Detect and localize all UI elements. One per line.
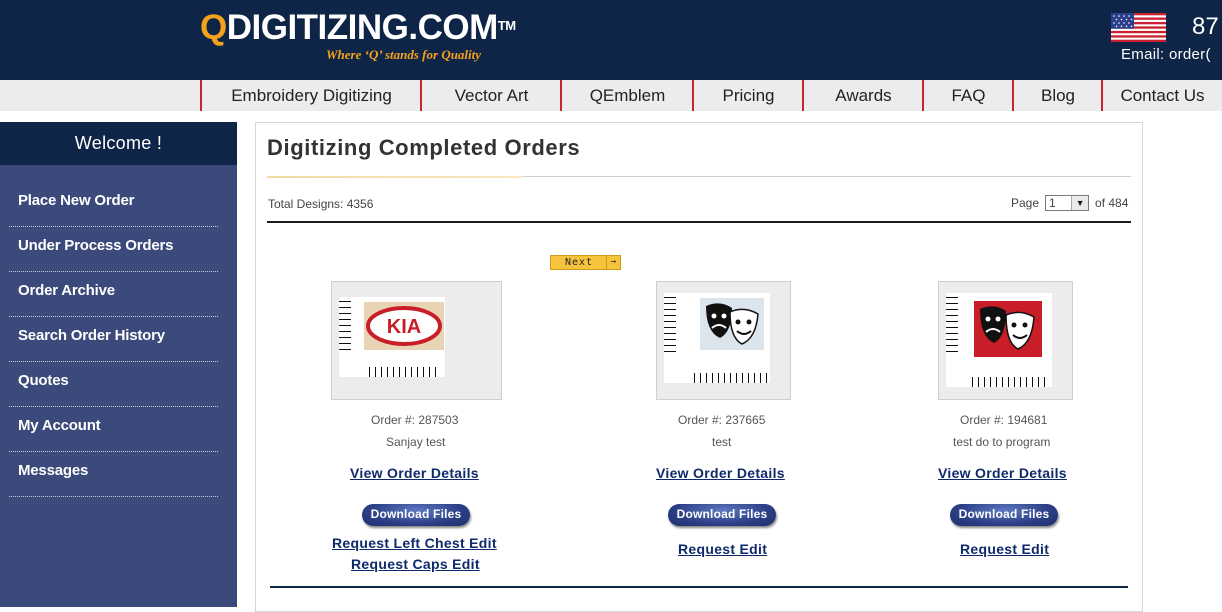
site-logo[interactable]: QDIGITIZING.COMTM <box>200 8 516 48</box>
nav-blog[interactable]: Blog <box>1012 80 1102 111</box>
nav-vector-art[interactable]: Vector Art <box>420 80 561 111</box>
ruler-vertical <box>339 301 351 351</box>
order-number: Order #: 194681 <box>960 413 1048 427</box>
request-caps-edit-link[interactable]: Request Caps Edit <box>351 556 480 572</box>
page-select[interactable]: 1 ▼ <box>1045 195 1090 211</box>
next-label: Next <box>565 257 594 268</box>
request-left-chest-edit-link[interactable]: Request Left Chest Edit <box>332 535 497 551</box>
nav-pricing[interactable]: Pricing <box>692 80 803 111</box>
title-divider-accent <box>267 176 522 178</box>
download-files-button[interactable]: Download Files <box>668 504 776 526</box>
total-designs: Total Designs: 4356 <box>268 197 374 211</box>
nav-embroidery-digitizing[interactable]: Embroidery Digitizing <box>200 80 421 111</box>
sidebar-item-messages[interactable]: Messages <box>9 452 218 497</box>
bottom-divider <box>270 586 1128 588</box>
arrow-right-icon: → <box>606 256 620 269</box>
main-nav: Embroidery Digitizing Vector Art QEmblem… <box>0 80 1222 111</box>
sidebar-item-quotes[interactable]: Quotes <box>9 362 218 407</box>
logo-tm: TM <box>497 18 516 33</box>
order-thumbnail-frame[interactable]: KIA <box>331 281 502 400</box>
page-label: Page <box>1011 196 1040 210</box>
pager: Page 1 ▼ of 484 <box>1011 195 1128 211</box>
request-edit-link[interactable]: Request Edit <box>960 541 1049 557</box>
order-name: test <box>712 435 732 449</box>
view-order-details-link[interactable]: View Order Details <box>350 465 479 481</box>
main-panel: Digitizing Completed Orders Total Design… <box>255 122 1143 612</box>
page-of: of 484 <box>1095 196 1129 210</box>
nav-faq[interactable]: FAQ <box>922 80 1013 111</box>
sidebar: Welcome ! Place New Order Under Process … <box>0 122 237 607</box>
kia-logo-thumbnail: KIA <box>339 297 445 377</box>
page-title: Digitizing Completed Orders <box>267 135 581 160</box>
order-thumbnail-frame[interactable] <box>656 281 791 400</box>
us-flag-icon[interactable] <box>1111 13 1166 42</box>
site-header: QDIGITIZING.COMTM Where ‘Q’ stands for Q… <box>0 0 1222 80</box>
sidebar-item-my-account[interactable]: My Account <box>9 407 218 452</box>
phone-number: 87 <box>1192 13 1219 40</box>
theater-masks-thumbnail <box>664 293 770 383</box>
pager-divider <box>267 221 1131 223</box>
logo-text: DIGITIZING.COM <box>226 8 499 47</box>
view-order-details-link[interactable]: View Order Details <box>938 465 1067 481</box>
theater-masks-red-thumbnail <box>946 293 1052 387</box>
svg-text:KIA: KIA <box>387 316 421 338</box>
order-thumbnail-frame[interactable] <box>938 281 1073 400</box>
view-order-details-link[interactable]: View Order Details <box>656 465 785 481</box>
sidebar-item-order-archive[interactable]: Order Archive <box>9 272 218 317</box>
order-name: test do to program <box>953 435 1051 449</box>
order-number: Order #: 237665 <box>678 413 766 427</box>
ruler-horizontal <box>694 373 769 383</box>
sidebar-item-search-order-history[interactable]: Search Order History <box>9 317 218 362</box>
download-files-button[interactable]: Download Files <box>950 504 1058 526</box>
nav-contact-us[interactable]: Contact Us <box>1101 80 1222 111</box>
next-button[interactable]: Next → <box>550 255 621 270</box>
logo-tagline: Where ‘Q’ stands for Quality <box>326 47 482 62</box>
sidebar-menu: Place New Order Under Process Orders Ord… <box>9 182 218 497</box>
request-edit-link[interactable]: Request Edit <box>678 541 767 557</box>
kia-logo-icon: KIA <box>364 302 444 350</box>
ruler-vertical <box>664 297 676 357</box>
order-number: Order #: 287503 <box>371 413 459 427</box>
sidebar-item-place-new-order[interactable]: Place New Order <box>9 182 218 227</box>
order-name: Sanjay test <box>386 435 446 449</box>
sidebar-item-under-process-orders[interactable]: Under Process Orders <box>9 227 218 272</box>
welcome-heading: Welcome ! <box>0 122 237 165</box>
nav-qemblem[interactable]: QEmblem <box>560 80 693 111</box>
email-address[interactable]: Email: order( <box>1121 46 1211 63</box>
logo-q: Q <box>200 8 227 47</box>
nav-awards[interactable]: Awards <box>802 80 923 111</box>
ruler-horizontal <box>972 377 1050 387</box>
chevron-down-icon[interactable]: ▼ <box>1071 196 1089 210</box>
ruler-horizontal <box>369 367 439 377</box>
download-files-button[interactable]: Download Files <box>362 504 470 526</box>
ruler-vertical <box>946 297 958 357</box>
theater-masks-red-icon <box>974 301 1042 357</box>
theater-masks-icon <box>700 298 764 350</box>
page-select-value: 1 <box>1049 196 1056 210</box>
